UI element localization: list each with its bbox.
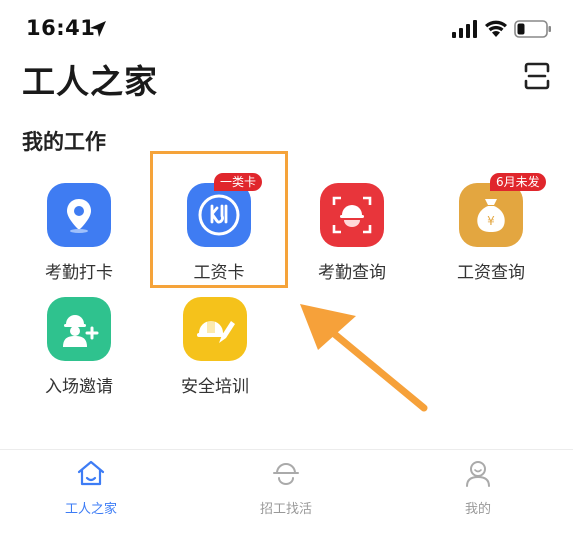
status-time: 16:41: [26, 16, 96, 40]
tab-label: 招工找活: [259, 502, 312, 517]
worker-add-icon: [63, 315, 99, 347]
helmet-pencil-icon: [197, 321, 235, 343]
scan-icon[interactable]: [524, 62, 550, 90]
wifi-icon: [485, 20, 507, 37]
status-bar: 16:41: [0, 0, 573, 56]
tile-label: 工资查询: [457, 263, 525, 283]
tab-home[interactable]: 工人之家: [31, 458, 151, 528]
svg-text:¥: ¥: [487, 214, 495, 228]
worker-helmet-scan-icon: [332, 196, 372, 234]
tile-label: 入场邀请: [45, 377, 113, 397]
icon-container: [320, 183, 384, 247]
icon-container: ¥: [459, 183, 523, 247]
tile-entry-invitation[interactable]: 入场邀请: [14, 297, 144, 407]
icon-container: [183, 297, 247, 361]
tile-attendance-checkin[interactable]: 考勤打卡: [14, 183, 144, 293]
tile-label: 考勤查询: [318, 263, 386, 283]
tab-mine[interactable]: 我的: [418, 458, 538, 528]
location-arrow-icon: [90, 21, 106, 37]
tile-attendance-query[interactable]: 考勤查询: [287, 183, 417, 293]
home-icon: [77, 460, 105, 486]
location-pin-icon: [67, 199, 91, 233]
helmet-icon: [273, 463, 299, 485]
tab-jobs[interactable]: 招工找活: [226, 458, 346, 528]
section-title: 我的工作: [22, 130, 106, 154]
icon-container: [47, 297, 111, 361]
app-screen: 16:41 工人之家 我的工作 考勤打卡 一类卡 工资卡 考勤查询 ¥ 6月未发…: [0, 0, 573, 538]
icon-container: [47, 183, 111, 247]
salary-query-badge: 6月未发: [490, 173, 546, 191]
person-icon: [466, 461, 490, 487]
pointer-arrow-icon: [300, 304, 428, 412]
bottom-tab-bar: 工人之家 招工找活 我的: [0, 449, 573, 538]
battery-icon: [514, 20, 551, 38]
tile-label: 安全培训: [181, 377, 249, 397]
cellular-signal-icon: [452, 20, 477, 38]
tile-label: 考勤打卡: [45, 263, 113, 283]
tab-label: 工人之家: [64, 502, 117, 517]
money-bag-icon: ¥: [477, 199, 505, 232]
tab-label: 我的: [464, 502, 491, 517]
tile-salary-query[interactable]: ¥ 6月未发 工资查询: [426, 173, 556, 293]
highlight-frame: [150, 151, 288, 288]
page-title: 工人之家: [22, 62, 158, 101]
tile-safety-training[interactable]: 安全培训: [150, 297, 280, 407]
